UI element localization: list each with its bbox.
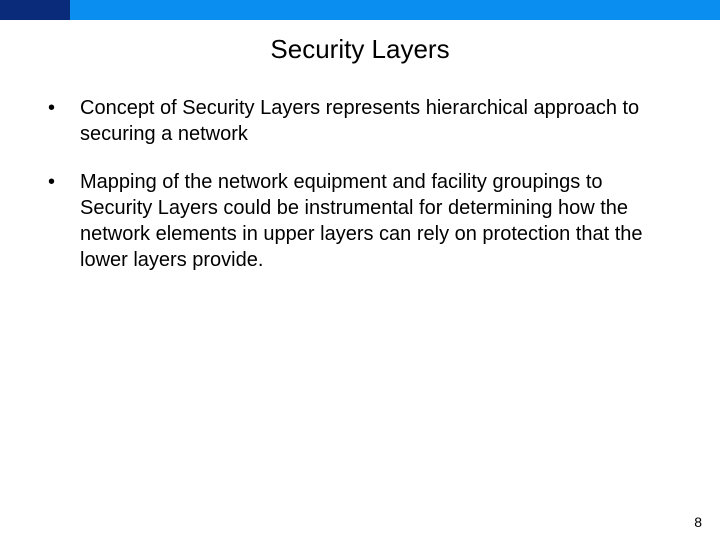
header-bar-dark xyxy=(0,0,70,20)
slide-content: • Concept of Security Layers represents … xyxy=(0,95,720,273)
bullet-marker: • xyxy=(44,169,80,273)
page-number: 8 xyxy=(694,514,702,530)
bullet-text: Mapping of the network equipment and fac… xyxy=(80,169,676,273)
slide-title: Security Layers xyxy=(0,34,720,65)
bullet-item: • Mapping of the network equipment and f… xyxy=(44,169,676,273)
bullet-item: • Concept of Security Layers represents … xyxy=(44,95,676,147)
header-bar xyxy=(0,0,720,20)
bullet-text: Concept of Security Layers represents hi… xyxy=(80,95,676,147)
bullet-marker: • xyxy=(44,95,80,147)
header-bar-light xyxy=(70,0,720,20)
